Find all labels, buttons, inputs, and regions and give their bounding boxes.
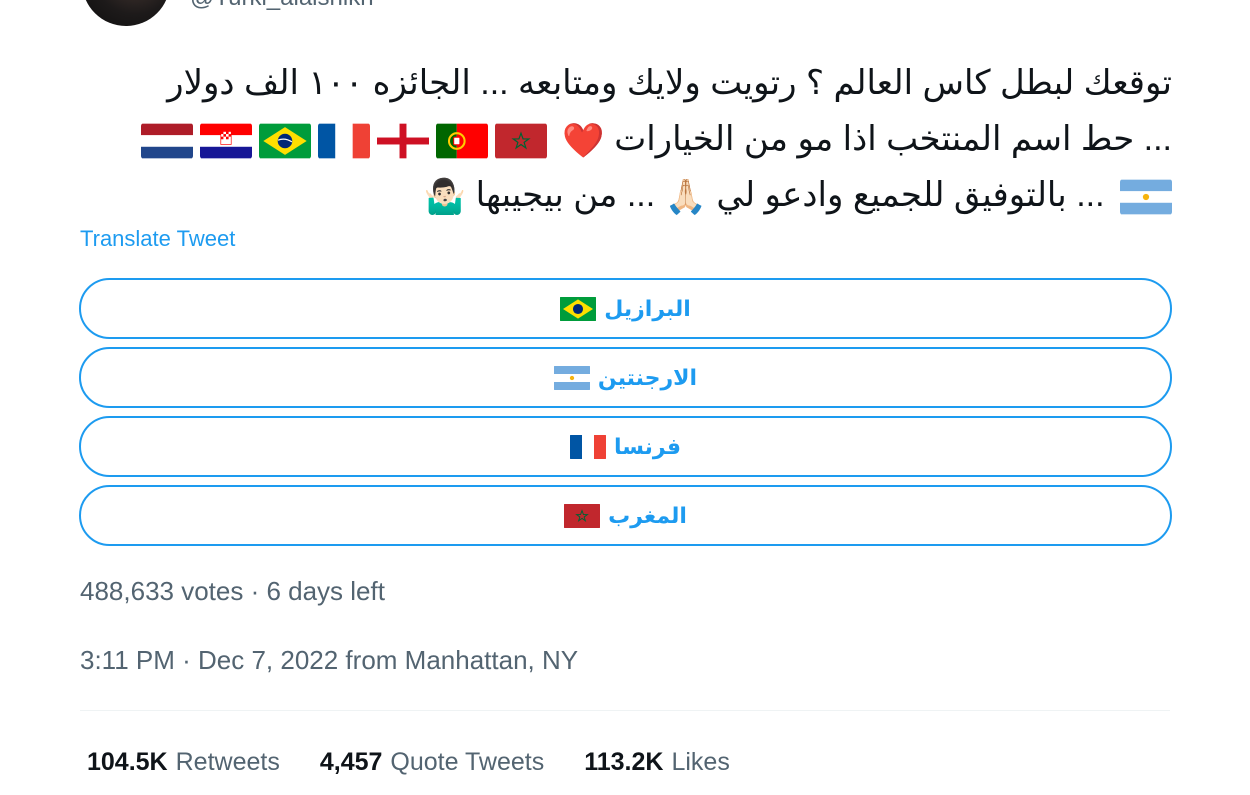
likes-stat[interactable]: 113.2K Likes xyxy=(584,748,730,777)
poll-option-label: المغرب xyxy=(608,502,687,528)
tweet-line-3-text-b: ... من بيجيبها xyxy=(475,176,656,214)
tweet-text: توقعك لبطل كاس العالم ؟ رتويت ولايك ومتا… xyxy=(102,55,1172,223)
france-flag xyxy=(317,123,370,159)
retweets-stat[interactable]: 104.5K Retweets xyxy=(87,748,280,777)
tweet-line-2-text: ... حط اسم المنتخب اذا مو من الخيارات xyxy=(614,120,1172,158)
netherlands-flag xyxy=(140,123,193,159)
poll-option-argentina[interactable]: الارجنتين xyxy=(79,347,1172,408)
tweet-line-1: توقعك لبطل كاس العالم ؟ رتويت ولايك ومتا… xyxy=(167,64,1172,102)
argentina-flag xyxy=(1120,179,1172,215)
quote-tweets-label: Quote Tweets xyxy=(390,748,545,776)
morocco-flag xyxy=(494,123,547,159)
tweet-line-2: ... حط اسم المنتخب اذا مو من الخيارات ❤️ xyxy=(102,111,1172,167)
poll-option-label: فرنسا xyxy=(614,433,681,459)
tweet-stats: 104.5K Retweets 4,457 Quote Tweets 113.2… xyxy=(87,748,730,777)
divider xyxy=(80,710,1170,711)
brazil-flag xyxy=(560,296,597,322)
likes-label: Likes xyxy=(671,748,730,776)
poll-option-france[interactable]: فرنسا xyxy=(79,416,1172,477)
translate-tweet-link[interactable]: Translate Tweet xyxy=(80,226,235,252)
author-handle[interactable]: @Turki_alalshikh xyxy=(190,0,374,12)
flag-row xyxy=(140,123,547,159)
poll-option-label: الارجنتين xyxy=(597,364,698,390)
avatar[interactable] xyxy=(82,0,170,26)
quote-tweets-count: 4,457 xyxy=(319,748,383,776)
morocco-flag xyxy=(564,503,601,529)
france-flag xyxy=(570,434,606,460)
tweet-timestamp[interactable]: 3:11 PM · Dec 7, 2022 from Manhattan, NY xyxy=(80,645,578,676)
poll: البرازيل الارجنتين فرنسا المغرب xyxy=(79,278,1172,554)
heart-icon: ❤️ xyxy=(562,122,605,161)
poll-option-morocco[interactable]: المغرب xyxy=(79,485,1172,546)
brazil-flag xyxy=(258,123,311,159)
england-flag xyxy=(376,123,429,159)
pray-icon: 🙏🏻 xyxy=(664,178,707,217)
shrug-icon: 🤷🏻‍♂️ xyxy=(423,178,467,217)
likes-count: 113.2K xyxy=(584,748,664,776)
croatia-flag xyxy=(199,123,252,159)
retweets-count: 104.5K xyxy=(87,748,168,776)
tweet-line-3-text-a: ... بالتوفيق للجميع وادعو لي xyxy=(716,176,1105,214)
portugal-flag xyxy=(435,123,488,159)
poll-option-label: البرازيل xyxy=(604,295,691,321)
poll-option-brazil[interactable]: البرازيل xyxy=(79,278,1172,339)
poll-meta: 488,633 votes · 6 days left xyxy=(80,576,385,606)
quote-tweets-stat[interactable]: 4,457 Quote Tweets xyxy=(320,748,544,777)
retweets-label: Retweets xyxy=(175,748,280,776)
tweet-line-3: ... بالتوفيق للجميع وادعو لي 🙏🏻 ... من ب… xyxy=(102,167,1172,223)
argentina-flag xyxy=(553,365,590,391)
